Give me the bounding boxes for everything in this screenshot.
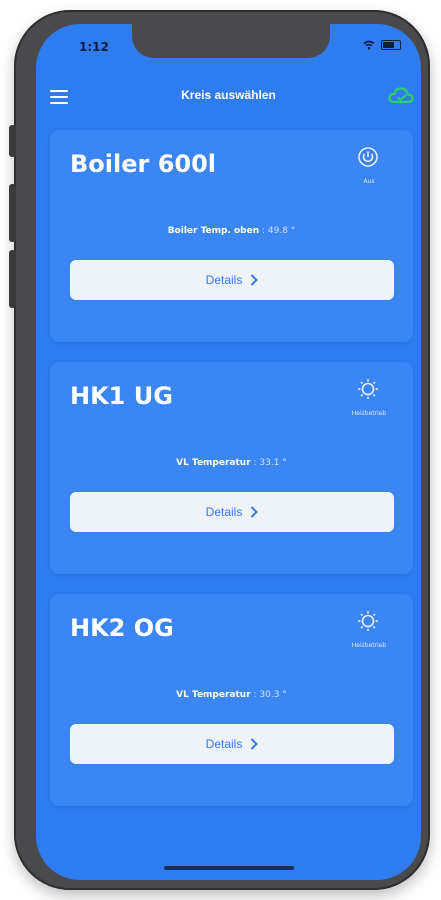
volume-down-button (9, 250, 16, 308)
cloud-status-icon[interactable] (387, 84, 415, 108)
page-title: Kreis auswählen (181, 88, 276, 102)
volume-up-button (9, 184, 16, 242)
card-hk1: HK1 UG Heizbetrieb VL Temperatur : 33.1 … (50, 362, 413, 574)
sun-icon (358, 611, 378, 631)
chevron-right-icon (251, 738, 259, 750)
details-button-label: Details (205, 737, 243, 751)
mode-label: Heizbetrieb (351, 410, 387, 417)
app-header: Kreis auswählen (36, 86, 421, 114)
details-button[interactable]: Details (70, 260, 394, 300)
wifi-icon (363, 40, 375, 50)
card-title: HK1 UG (70, 382, 173, 410)
reading-label: VL Temperatur (176, 458, 251, 468)
reading: Boiler Temp. oben : 49.8 ° (50, 226, 413, 236)
status-icons (363, 40, 401, 50)
reading-value: : 49.8 ° (262, 226, 296, 236)
chevron-right-icon (251, 506, 259, 518)
card-hk2: HK2 OG Heizbetrieb VL Temperatur : 30.3 … (50, 594, 413, 806)
card-title: Boiler 600l (70, 150, 217, 178)
reading-label: VL Temperatur (176, 690, 251, 700)
reading-value: : 30.3 ° (253, 690, 287, 700)
mode-label: Heizbetrieb (351, 642, 387, 649)
reading: VL Temperatur : 30.3 ° (50, 690, 413, 700)
details-button[interactable]: Details (70, 724, 394, 764)
details-button-label: Details (205, 505, 243, 519)
power-off-icon (358, 147, 378, 167)
mute-switch (9, 125, 16, 157)
card-title: HK2 OG (70, 614, 174, 642)
reading: VL Temperatur : 33.1 ° (50, 458, 413, 468)
mode-label: Aus (363, 178, 375, 185)
app-screen: 1:12 Kreis auswählen Boiler 600l Aus Boi… (36, 24, 421, 880)
reading-value: : 33.1 ° (253, 458, 287, 468)
reading-label: Boiler Temp. oben (167, 226, 260, 236)
details-button-label: Details (205, 273, 243, 287)
home-indicator[interactable] (164, 866, 294, 870)
notch (132, 24, 330, 58)
battery-icon (381, 40, 401, 50)
sun-icon (358, 379, 378, 399)
card-boiler: Boiler 600l Aus Boiler Temp. oben : 49.8… (50, 130, 413, 342)
chevron-right-icon (251, 274, 259, 286)
status-time: 1:12 (79, 40, 109, 54)
details-button[interactable]: Details (70, 492, 394, 532)
